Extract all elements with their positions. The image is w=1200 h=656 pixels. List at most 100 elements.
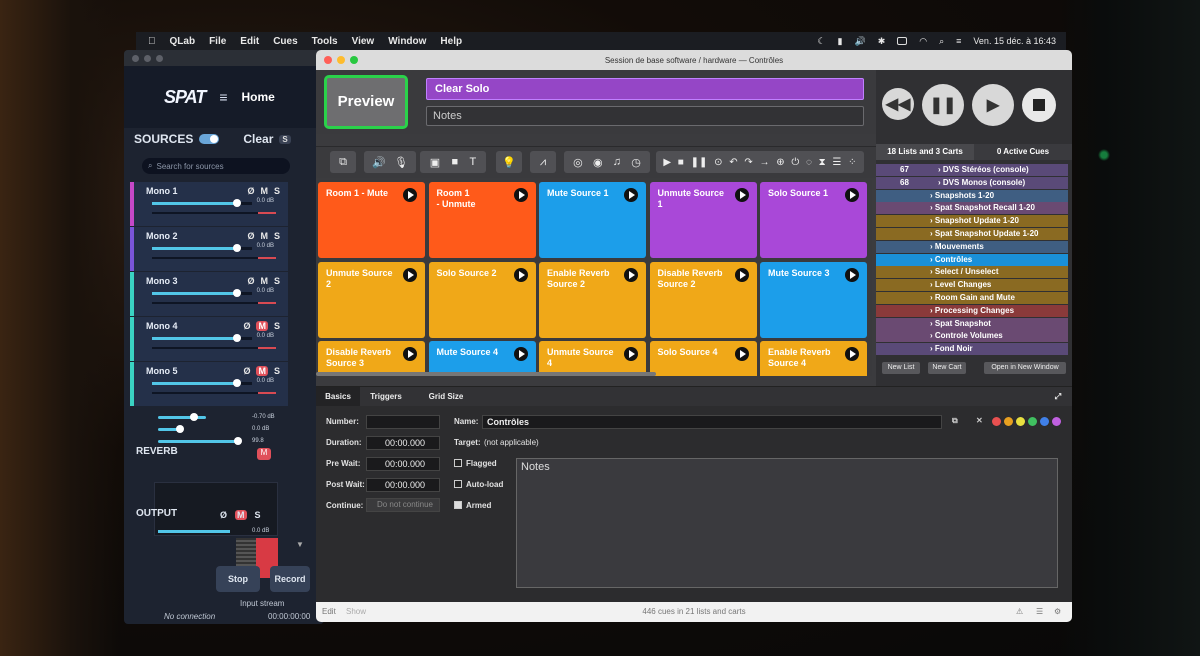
- camera-icon[interactable]: ■: [451, 156, 458, 168]
- mute-button[interactable]: M: [260, 276, 268, 286]
- play-icon[interactable]: [513, 267, 528, 282]
- text-icon[interactable]: T: [470, 156, 477, 168]
- play-icon[interactable]: [624, 347, 638, 361]
- menu-tools[interactable]: Tools: [312, 36, 338, 47]
- play-icon[interactable]: [734, 267, 749, 282]
- color-swatch[interactable]: [992, 417, 1001, 426]
- stop-all-button[interactable]: [1022, 88, 1056, 122]
- cart-cue[interactable]: Unmute Source 4: [539, 341, 646, 376]
- play-icon[interactable]: [845, 347, 859, 361]
- list-item[interactable]: › Contrôles: [876, 253, 1068, 266]
- disarm-icon[interactable]: ◌: [806, 157, 812, 168]
- source-search-input[interactable]: ⌕ Search for sources: [142, 158, 290, 174]
- pause-button[interactable]: ❚❚: [922, 84, 964, 126]
- window-zoom-button[interactable]: [156, 54, 163, 62]
- reset-icon[interactable]: ↶: [729, 157, 737, 168]
- network-icon[interactable]: ◎: [573, 156, 583, 169]
- script-icon[interactable]: ⁘: [848, 157, 856, 168]
- solo-button[interactable]: S: [274, 186, 280, 196]
- apple-icon[interactable]: : [148, 36, 156, 47]
- cart-cue[interactable]: Disable Reverb Source 3: [318, 341, 425, 376]
- fade-cue-tool[interactable]: ⩘: [530, 151, 556, 173]
- preview-button[interactable]: Preview: [324, 75, 408, 129]
- cart-cue[interactable]: Unmute Source 1: [649, 182, 757, 258]
- menu-edit[interactable]: Edit: [240, 36, 259, 47]
- source-fader[interactable]: [152, 199, 252, 207]
- group-cue-tool[interactable]: ⧉: [330, 151, 356, 173]
- fader-knob[interactable]: [233, 379, 241, 387]
- cart-cue[interactable]: Enable Reverb Source 4: [760, 341, 867, 376]
- play-icon[interactable]: [734, 347, 749, 361]
- tab-triggers[interactable]: Triggers: [362, 387, 410, 407]
- play-icon[interactable]: [624, 188, 638, 202]
- phase-button[interactable]: Ø: [247, 231, 254, 241]
- light-cue-tool[interactable]: 💡: [496, 151, 522, 173]
- flag-icon[interactable]: ▮: [838, 36, 843, 47]
- clear-solo-badge[interactable]: S: [279, 134, 291, 144]
- cart-cue[interactable]: Solo Source 4: [649, 341, 757, 376]
- solo-button[interactable]: S: [274, 366, 280, 376]
- menu-file[interactable]: File: [209, 36, 226, 47]
- color-swatch[interactable]: [1052, 417, 1061, 426]
- prewait-field[interactable]: 00:00.000: [366, 457, 440, 471]
- timecode-icon[interactable]: ◷: [631, 156, 641, 169]
- hamburger-icon[interactable]: ≡: [219, 89, 227, 105]
- source-fader[interactable]: [152, 334, 252, 342]
- go-button[interactable]: ▶: [972, 84, 1014, 126]
- phase-button[interactable]: Ø: [243, 321, 250, 331]
- output-mute-button[interactable]: M: [235, 510, 247, 520]
- settings-icon[interactable]: ⚙: [1054, 602, 1061, 622]
- menu-window[interactable]: Window: [388, 36, 426, 47]
- expand-icon[interactable]: ⤢: [1050, 387, 1066, 407]
- source-fader[interactable]: [152, 379, 252, 387]
- load-icon[interactable]: ⊙: [714, 157, 722, 168]
- source-fader[interactable]: [152, 244, 252, 252]
- list-item[interactable]: › Spat Snapshot: [876, 317, 1068, 330]
- play-icon[interactable]: [734, 188, 749, 202]
- play-icon[interactable]: [845, 267, 859, 282]
- phase-button[interactable]: Ø: [243, 366, 250, 376]
- output-solo-button[interactable]: S: [255, 510, 261, 520]
- video-icon[interactable]: ▣: [430, 156, 440, 169]
- nav-home[interactable]: Home: [242, 90, 275, 104]
- menu-view[interactable]: View: [352, 36, 375, 47]
- color-swatch[interactable]: [1016, 417, 1025, 426]
- play-icon[interactable]: [513, 188, 528, 202]
- color-swatch[interactable]: [1028, 417, 1037, 426]
- music-icon[interactable]: ♫: [613, 156, 621, 168]
- goto-icon[interactable]: →: [759, 157, 769, 168]
- cart-scrollbar[interactable]: [316, 372, 656, 376]
- tab-active-cues[interactable]: 0 Active Cues: [974, 144, 1072, 160]
- copy-icon[interactable]: ⧉: [952, 416, 958, 426]
- list-item[interactable]: › Fond Noir: [876, 343, 1068, 356]
- play-icon[interactable]: [403, 188, 417, 202]
- fader-knob[interactable]: [233, 289, 241, 297]
- tab-basics[interactable]: Basics: [316, 387, 360, 407]
- clear-color-icon[interactable]: ✕: [976, 416, 983, 425]
- play-icon[interactable]: [403, 347, 417, 361]
- reverb-knob-1[interactable]: [190, 413, 198, 421]
- mute-button[interactable]: M: [260, 231, 268, 241]
- cart-cue[interactable]: Mute Source 1: [539, 182, 646, 258]
- record-button[interactable]: Record: [270, 566, 310, 592]
- cue-notes-field[interactable]: Notes: [426, 106, 864, 126]
- window-minimize-button[interactable]: [144, 54, 151, 62]
- solo-button[interactable]: S: [274, 321, 280, 331]
- menu-cues[interactable]: Cues: [273, 36, 297, 47]
- source-fader[interactable]: [152, 289, 252, 297]
- source-strip[interactable]: Mono 2 Ø M S 0.0 dB: [130, 227, 288, 271]
- color-swatch[interactable]: [1004, 417, 1013, 426]
- source-strip[interactable]: Mono 3 Ø M S 0.0 dB: [130, 272, 288, 316]
- fader-knob[interactable]: [233, 244, 241, 252]
- tab-lists-carts[interactable]: 18 Lists and 3 Carts: [876, 144, 974, 160]
- wifi-icon[interactable]: ◠: [919, 36, 927, 47]
- source-strip[interactable]: Mono 4 Ø M S 0.0 dB: [130, 317, 288, 361]
- flagged-checkbox[interactable]: [454, 459, 462, 467]
- output-fader[interactable]: [158, 530, 230, 533]
- battery-icon[interactable]: [897, 37, 908, 45]
- sources-toggle[interactable]: [199, 134, 220, 144]
- menubar-datetime[interactable]: Ven. 15 déc. à 16:43: [973, 36, 1056, 46]
- arm-icon[interactable]: ⏻: [791, 157, 799, 168]
- standby-cue-name[interactable]: Clear Solo: [426, 78, 864, 100]
- mute-button[interactable]: M: [256, 321, 268, 331]
